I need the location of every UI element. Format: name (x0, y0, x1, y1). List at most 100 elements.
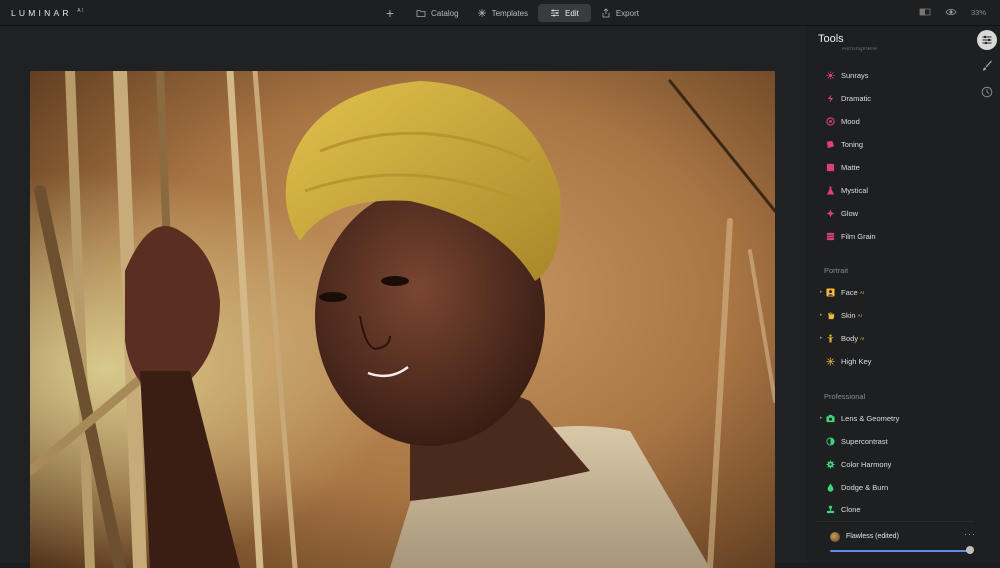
ai-badge: AI (859, 289, 864, 295)
drop-icon (826, 482, 835, 492)
tool-glow-label: Glow (841, 208, 859, 218)
expand-caret-icon[interactable]: ▸ (820, 289, 824, 295)
tool-skin-label: Skin (841, 310, 856, 320)
flask-icon (826, 185, 835, 195)
tool-dramatic-label: Dramatic (841, 93, 872, 103)
top-bar: LUMINAR AI + Catalog Templates Edit Expo… (0, 0, 1000, 26)
tool-matte-label: Matte (841, 162, 860, 172)
portrait-photo[interactable] (30, 71, 775, 568)
tab-templates-label: Templates (491, 8, 529, 18)
share-icon (602, 8, 610, 18)
tool-face[interactable]: ▸ Face AI (820, 284, 864, 300)
tool-toning[interactable]: Toning (820, 136, 863, 152)
sun-icon (826, 70, 835, 80)
tab-edit[interactable]: Edit (538, 4, 591, 22)
tool-color-harmony[interactable]: Color Harmony (820, 456, 891, 472)
bolt-icon (826, 93, 835, 103)
tab-catalog[interactable]: Catalog (408, 4, 467, 22)
preset-name: Flawless (edited) (846, 533, 899, 540)
photo-render (30, 71, 775, 568)
main-nav: + Catalog Templates Edit Export (380, 3, 647, 23)
folder-icon (416, 10, 426, 17)
brush-rail-button[interactable] (977, 56, 997, 76)
tool-lens-geometry-label: Lens & Geometry (841, 413, 900, 423)
sliders-icon (551, 9, 560, 17)
app-logo: LUMINAR AI (11, 8, 84, 18)
section-professional: Professional (824, 392, 866, 401)
tool-body-label: Body (841, 333, 859, 343)
brand-name: LUMINAR (11, 8, 72, 18)
tool-body[interactable]: ▸ Body AI (820, 330, 864, 346)
film-icon (826, 232, 835, 241)
tool-dodge-burn[interactable]: Dodge & Burn (820, 479, 888, 495)
tool-rail (974, 26, 1000, 563)
adjustments-rail-button[interactable] (977, 30, 997, 50)
tab-catalog-label: Catalog (431, 8, 459, 18)
eye-icon[interactable] (945, 6, 957, 18)
tool-skin[interactable]: ▸ Skin AI (820, 307, 862, 323)
toning-icon (826, 140, 835, 149)
sun-rays-icon (826, 356, 835, 366)
tool-atmosphere-cutoff[interactable]: Atmosphere (842, 47, 877, 53)
section-portrait: Portrait (824, 266, 849, 275)
tab-edit-label: Edit (565, 8, 579, 18)
stamp-icon (826, 505, 835, 514)
clock-icon (981, 86, 993, 98)
compare-icon[interactable] (919, 6, 931, 18)
glow-icon (826, 208, 835, 218)
preset-amount-slider-handle[interactable] (966, 546, 974, 554)
tool-high-key-label: High Key (841, 356, 872, 366)
tools-panel: Tools Atmosphere Sunrays Dramatic Mood T… (806, 26, 975, 563)
brush-icon (983, 60, 992, 71)
tool-sunrays[interactable]: Sunrays (820, 67, 869, 83)
expand-caret-icon[interactable]: ▸ (820, 335, 824, 341)
preset-amount-slider[interactable] (830, 550, 970, 552)
body-icon (826, 333, 835, 343)
panel-title: Tools (818, 33, 844, 45)
tool-matte[interactable]: Matte (820, 159, 860, 175)
gear-flower-icon (826, 459, 835, 469)
matte-icon (826, 163, 835, 172)
expand-caret-icon[interactable]: ▸ (820, 415, 824, 421)
sliders-icon (982, 35, 992, 45)
ai-badge: AI (860, 335, 865, 341)
tab-export-label: Export (615, 8, 639, 18)
face-icon (826, 287, 835, 297)
tool-glow[interactable]: Glow (820, 205, 858, 221)
tool-film-grain[interactable]: Film Grain (820, 228, 876, 244)
tab-templates[interactable]: Templates (469, 4, 536, 22)
tool-high-key[interactable]: High Key (820, 353, 871, 369)
tool-clone[interactable]: Clone (820, 501, 861, 517)
camera-icon (826, 414, 835, 423)
tool-lens-geometry[interactable]: ▸ Lens & Geometry (820, 410, 899, 426)
add-photos-button[interactable]: + (380, 3, 400, 23)
view-controls: 33% (919, 6, 986, 18)
contrast-icon (826, 436, 835, 446)
tool-toning-label: Toning (841, 139, 864, 149)
expand-caret-icon[interactable]: ▸ (820, 312, 824, 318)
sparkle-icon (477, 9, 486, 17)
applied-preset: Flawless (edited) ··· (816, 521, 975, 563)
preset-thumbnail (830, 532, 840, 542)
tool-supercontrast-label: Supercontrast (841, 436, 888, 446)
brand-suffix: AI (77, 8, 84, 15)
mood-icon (826, 116, 835, 126)
tool-dramatic[interactable]: Dramatic (820, 90, 871, 106)
history-rail-button[interactable] (977, 82, 997, 102)
tool-sunrays-label: Sunrays (841, 70, 869, 80)
tool-film-grain-label: Film Grain (841, 231, 876, 241)
hand-icon (826, 311, 835, 320)
tab-export[interactable]: Export (593, 4, 647, 22)
tool-color-harmony-label: Color Harmony (841, 459, 892, 469)
tool-mystical[interactable]: Mystical (820, 182, 868, 198)
tool-face-label: Face (841, 287, 858, 297)
zoom-level[interactable]: 33% (971, 8, 986, 17)
tool-mood-label: Mood (841, 116, 860, 126)
tool-supercontrast[interactable]: Supercontrast (820, 433, 888, 449)
tool-mood[interactable]: Mood (820, 113, 860, 129)
tool-mystical-label: Mystical (841, 185, 869, 195)
tool-dodge-burn-label: Dodge & Burn (841, 482, 889, 492)
tool-clone-label: Clone (841, 504, 861, 514)
image-canvas (0, 26, 806, 568)
ai-badge: AI (857, 312, 862, 318)
